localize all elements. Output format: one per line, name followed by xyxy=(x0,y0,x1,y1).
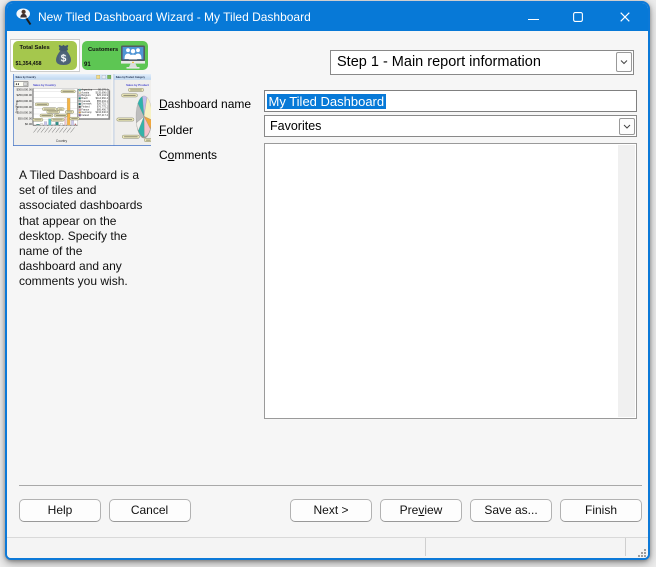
svg-text:Sales by Country: Sales by Country xyxy=(33,83,56,87)
svg-text:$: $ xyxy=(60,53,66,64)
svg-text:$300,000.00: $300,000.00 xyxy=(16,87,32,91)
svg-text:$150,000.00: $150,000.00 xyxy=(16,104,32,108)
svg-text:Ireland: Ireland xyxy=(81,113,89,116)
svg-text:$0.00: $0.00 xyxy=(25,122,32,126)
svg-text:Sales by Country: Sales by Country xyxy=(15,76,36,79)
svg-text:$250,000.00: $250,000.00 xyxy=(16,93,32,97)
svg-text:$200,000.00: $200,000.00 xyxy=(16,98,32,102)
svg-text:$50,000.00: $50,000.00 xyxy=(18,116,32,120)
svg-text:$100,000.00: $100,000.00 xyxy=(16,110,32,114)
svg-text:$57,217.2: $57,217.2 xyxy=(96,113,108,116)
svg-text:Country: Country xyxy=(55,139,67,143)
svg-text:Sales by Product: Sales by Product xyxy=(126,83,149,87)
svg-text:Total Price: Total Price xyxy=(14,100,18,113)
svg-text:Sales by Product Category: Sales by Product Category xyxy=(115,76,145,79)
